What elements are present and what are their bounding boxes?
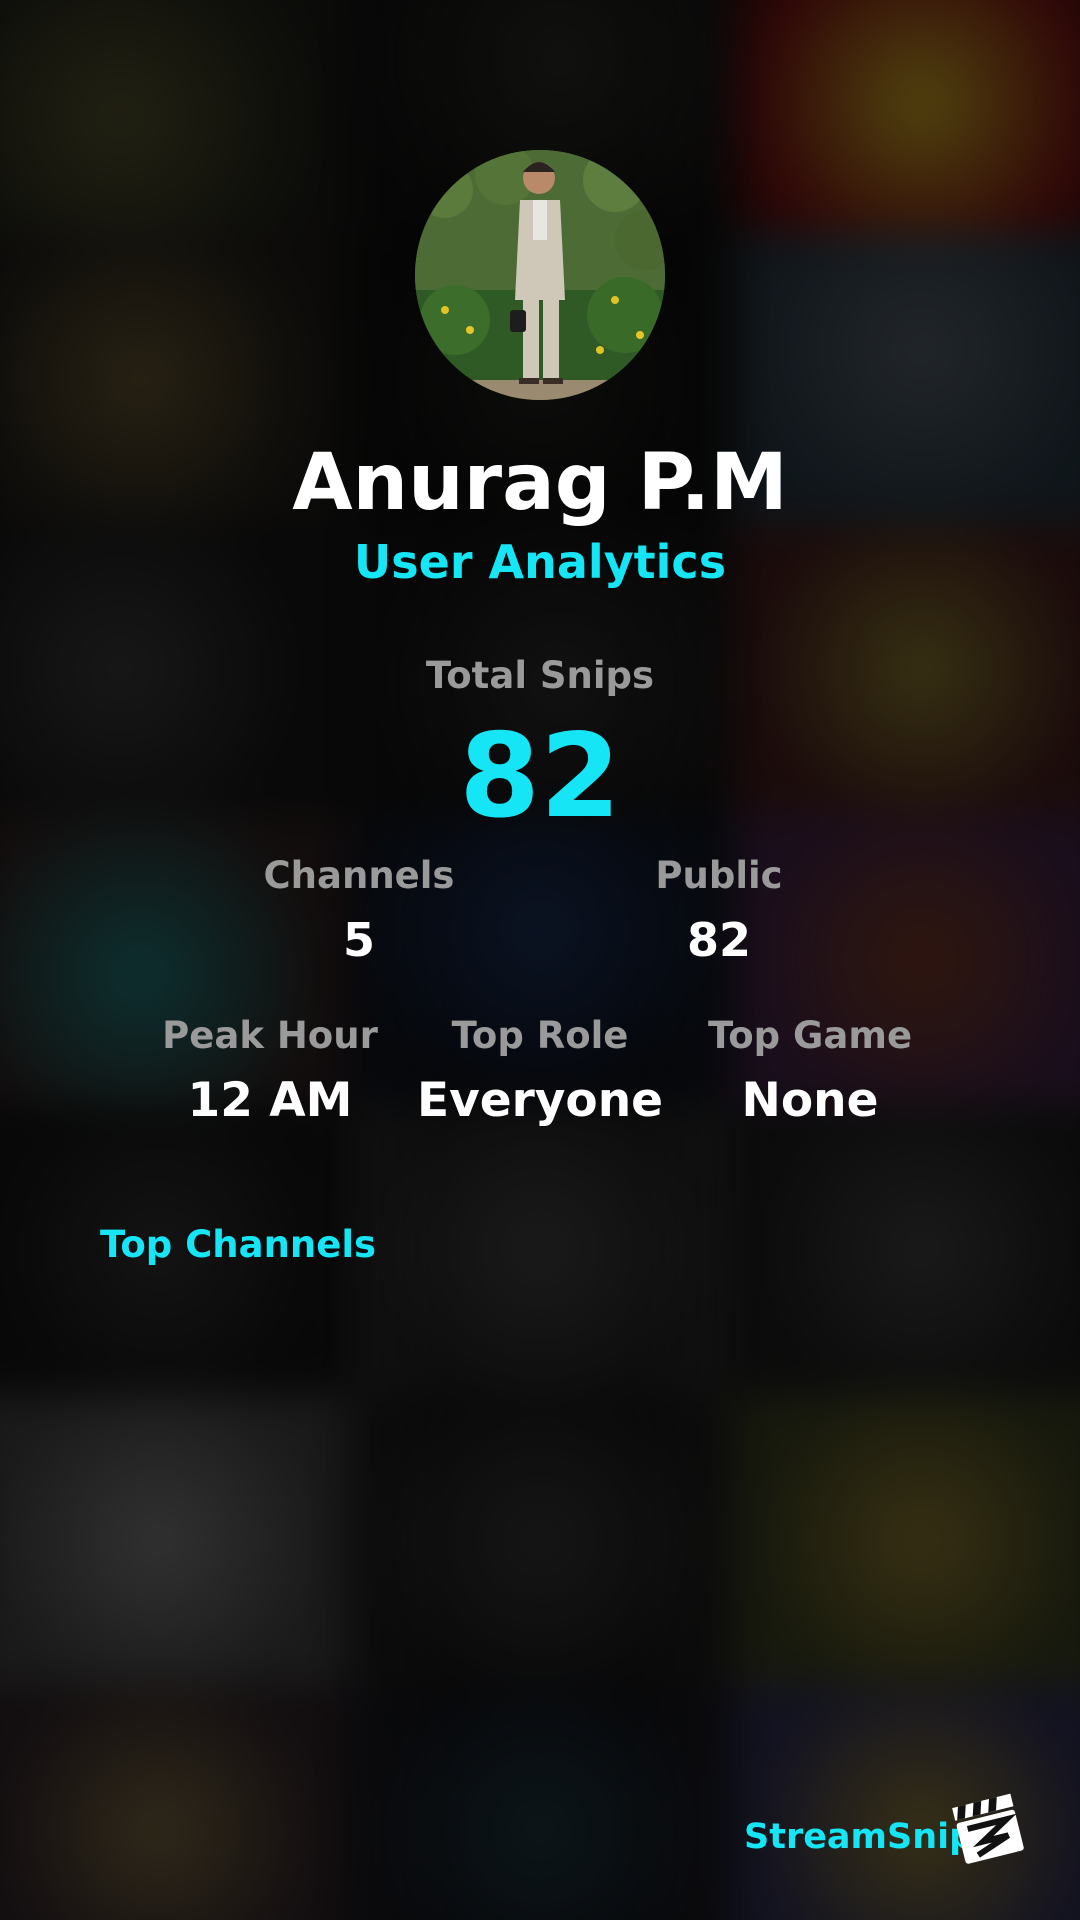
clapperboard-icon bbox=[950, 1790, 1026, 1866]
avatar bbox=[415, 150, 665, 400]
public-value: 82 bbox=[686, 913, 751, 967]
page-subtitle: User Analytics bbox=[353, 535, 727, 589]
analytics-card: Anurag P.M User Analytics Total Snips 82… bbox=[0, 0, 1080, 1920]
public-label: Public bbox=[655, 854, 783, 897]
card-content: Anurag P.M User Analytics Total Snips 82… bbox=[0, 0, 1080, 1920]
top-game-label: Top Game bbox=[707, 1014, 913, 1057]
peak-hour-label: Peak Hour bbox=[162, 1014, 378, 1057]
top-role-label: Top Role bbox=[451, 1014, 629, 1057]
channels-value: 5 bbox=[342, 913, 375, 967]
total-snips-value: 82 bbox=[459, 709, 621, 844]
peak-hour-value: 12 AM bbox=[187, 1073, 353, 1128]
channels-label: Channels bbox=[263, 854, 455, 897]
top-game-value: None bbox=[741, 1073, 879, 1128]
brand-name: StreamSnip bbox=[744, 1817, 975, 1857]
top-role-value: Everyone bbox=[416, 1073, 664, 1128]
total-snips-label: Total Snips bbox=[425, 654, 655, 697]
profile-name: Anurag P.M bbox=[292, 438, 788, 528]
top-channels-heading: Top Channels bbox=[100, 1223, 377, 1266]
